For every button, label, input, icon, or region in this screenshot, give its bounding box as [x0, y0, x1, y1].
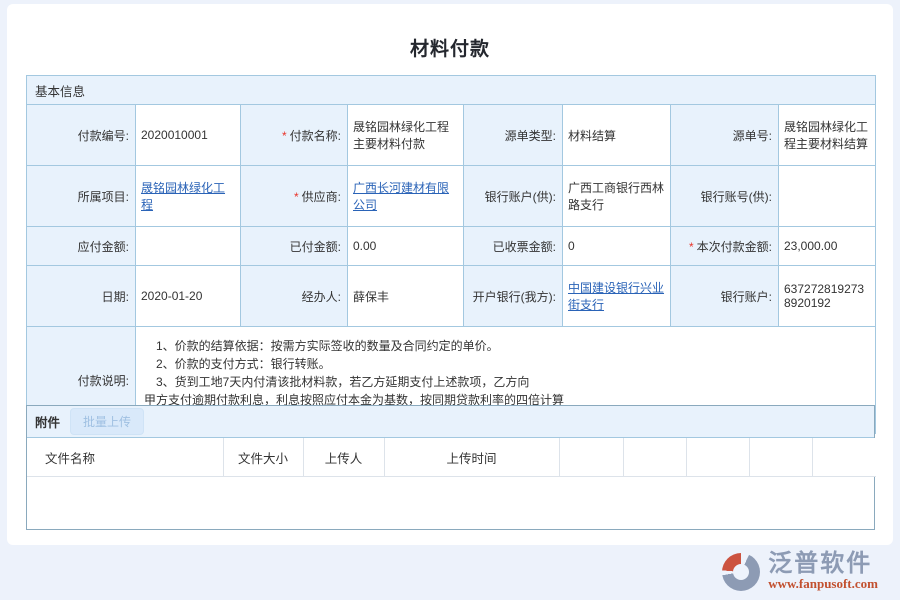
label-date: 日期: [27, 266, 136, 327]
attachments-empty-body [27, 477, 874, 529]
label-current-payment: *本次付款金额: [671, 227, 779, 266]
label-our-bank: 开户银行(我方): [464, 266, 563, 327]
info-row-4: 日期: 2020-01-20 经办人: 薛保丰 开户银行(我方): 中国建设银行… [27, 266, 876, 327]
section-title-basic-info: 基本信息 [27, 76, 876, 105]
label-supplier: *供应商: [241, 166, 348, 227]
label-text: 已收票金额: [493, 240, 556, 254]
brand-website: www.fanpusoft.com [768, 576, 878, 592]
project-link[interactable]: 晟铭园林绿化工程 [141, 181, 225, 212]
required-mark: * [294, 190, 299, 204]
basic-info-table: 基本信息 付款编号: 2020010001 *付款名称: 晟铭园林绿化工程主要材… [26, 75, 876, 434]
value-invoiced-amount: 0 [563, 227, 671, 266]
value-current-payment: 23,000.00 [779, 227, 876, 266]
our-bank-link[interactable]: 中国建设银行兴业街支行 [568, 281, 664, 312]
column-header-empty-1 [559, 438, 623, 477]
attachments-header-row: 文件名称 文件大小 上传人 上传时间 [27, 438, 876, 477]
label-text: 应付金额: [78, 240, 129, 254]
value-payment-name: 晟铭园林绿化工程主要材料付款 [348, 105, 464, 166]
column-header-file-size: 文件大小 [223, 438, 303, 477]
label-text: 开户银行(我方): [473, 290, 556, 304]
label-bank-account-sup: 银行账户(供): [464, 166, 563, 227]
label-invoiced-amount: 已收票金额: [464, 227, 563, 266]
value-project: 晟铭园林绿化工程 [136, 166, 241, 227]
label-text: 付款编号: [78, 129, 129, 143]
label-bank-account: 银行账户: [671, 266, 779, 327]
label-payment-name: *付款名称: [241, 105, 348, 166]
required-mark: * [689, 240, 694, 254]
value-our-bank: 中国建设银行兴业街支行 [563, 266, 671, 327]
attachments-section: 附件 批量上传 文件名称 文件大小 上传人 上传时间 [26, 405, 875, 530]
content-panel: 材料付款 基本信息 付款编号: 2020010001 *付款名称: 晟铭园林绿化… [7, 4, 893, 545]
attachments-title: 附件 [35, 412, 60, 431]
attachments-table: 文件名称 文件大小 上传人 上传时间 [27, 438, 876, 477]
label-text: 已付金额: [290, 240, 341, 254]
label-bank-no-sup: 银行账号(供): [671, 166, 779, 227]
label-paid-amount: 已付金额: [241, 227, 348, 266]
fanpu-logo-icon [722, 553, 760, 591]
value-date: 2020-01-20 [136, 266, 241, 327]
info-row-2: 所属项目: 晟铭园林绿化工程 *供应商: 广西长河建材有限公司 银行账户(供):… [27, 166, 876, 227]
label-source-type: 源单类型: [464, 105, 563, 166]
value-payment-no: 2020010001 [136, 105, 241, 166]
info-row-3: 应付金额: 已付金额: 0.00 已收票金额: 0 *本次付款金额: 23,00… [27, 227, 876, 266]
label-project: 所属项目: [27, 166, 136, 227]
section-header-row: 基本信息 [27, 76, 876, 105]
brand-name: 泛普软件 [768, 552, 878, 576]
column-header-empty-2 [623, 438, 686, 477]
value-supplier: 广西长河建材有限公司 [348, 166, 464, 227]
value-source-no: 晟铭园林绿化工程主要材料结算 [779, 105, 876, 166]
label-handler: 经办人: [241, 266, 348, 327]
value-bank-account: 6372728192738920192 [779, 266, 876, 327]
required-mark: * [282, 129, 287, 143]
label-payment-no: 付款编号: [27, 105, 136, 166]
label-text: 源单号: [733, 129, 772, 143]
label-text: 源单类型: [505, 129, 556, 143]
label-text: 本次付款金额: [697, 240, 772, 254]
brand-text-block: 泛普软件 www.fanpusoft.com [768, 552, 878, 592]
column-header-file-name: 文件名称 [27, 438, 223, 477]
column-header-empty-5 [812, 438, 876, 477]
label-text: 供应商: [302, 190, 341, 204]
column-header-empty-3 [686, 438, 749, 477]
column-header-upload-time: 上传时间 [384, 438, 559, 477]
label-source-no: 源单号: [671, 105, 779, 166]
label-text: 银行账户(供): [485, 190, 556, 204]
brand-logo: 泛普软件 www.fanpusoft.com [722, 552, 878, 592]
supplier-link[interactable]: 广西长河建材有限公司 [353, 181, 449, 212]
attachments-header-bar: 附件 批量上传 [27, 406, 874, 438]
value-source-type: 材料结算 [563, 105, 671, 166]
value-bank-account-sup: 广西工商银行西林路支行 [563, 166, 671, 227]
column-header-uploader: 上传人 [303, 438, 384, 477]
page-title: 材料付款 [7, 34, 893, 61]
label-text: 付款说明: [78, 374, 129, 388]
label-payable-amount: 应付金额: [27, 227, 136, 266]
label-text: 银行账户: [721, 290, 772, 304]
info-row-1: 付款编号: 2020010001 *付款名称: 晟铭园林绿化工程主要材料付款 源… [27, 105, 876, 166]
batch-upload-button[interactable]: 批量上传 [70, 408, 144, 435]
label-text: 经办人: [302, 290, 341, 304]
value-payable-amount [136, 227, 241, 266]
value-paid-amount: 0.00 [348, 227, 464, 266]
label-text: 日期: [102, 290, 129, 304]
label-text: 所属项目: [78, 190, 129, 204]
label-text: 付款名称: [290, 129, 341, 143]
value-bank-no-sup [779, 166, 876, 227]
value-handler: 薛保丰 [348, 266, 464, 327]
label-text: 银行账号(供): [701, 190, 772, 204]
column-header-empty-4 [749, 438, 812, 477]
